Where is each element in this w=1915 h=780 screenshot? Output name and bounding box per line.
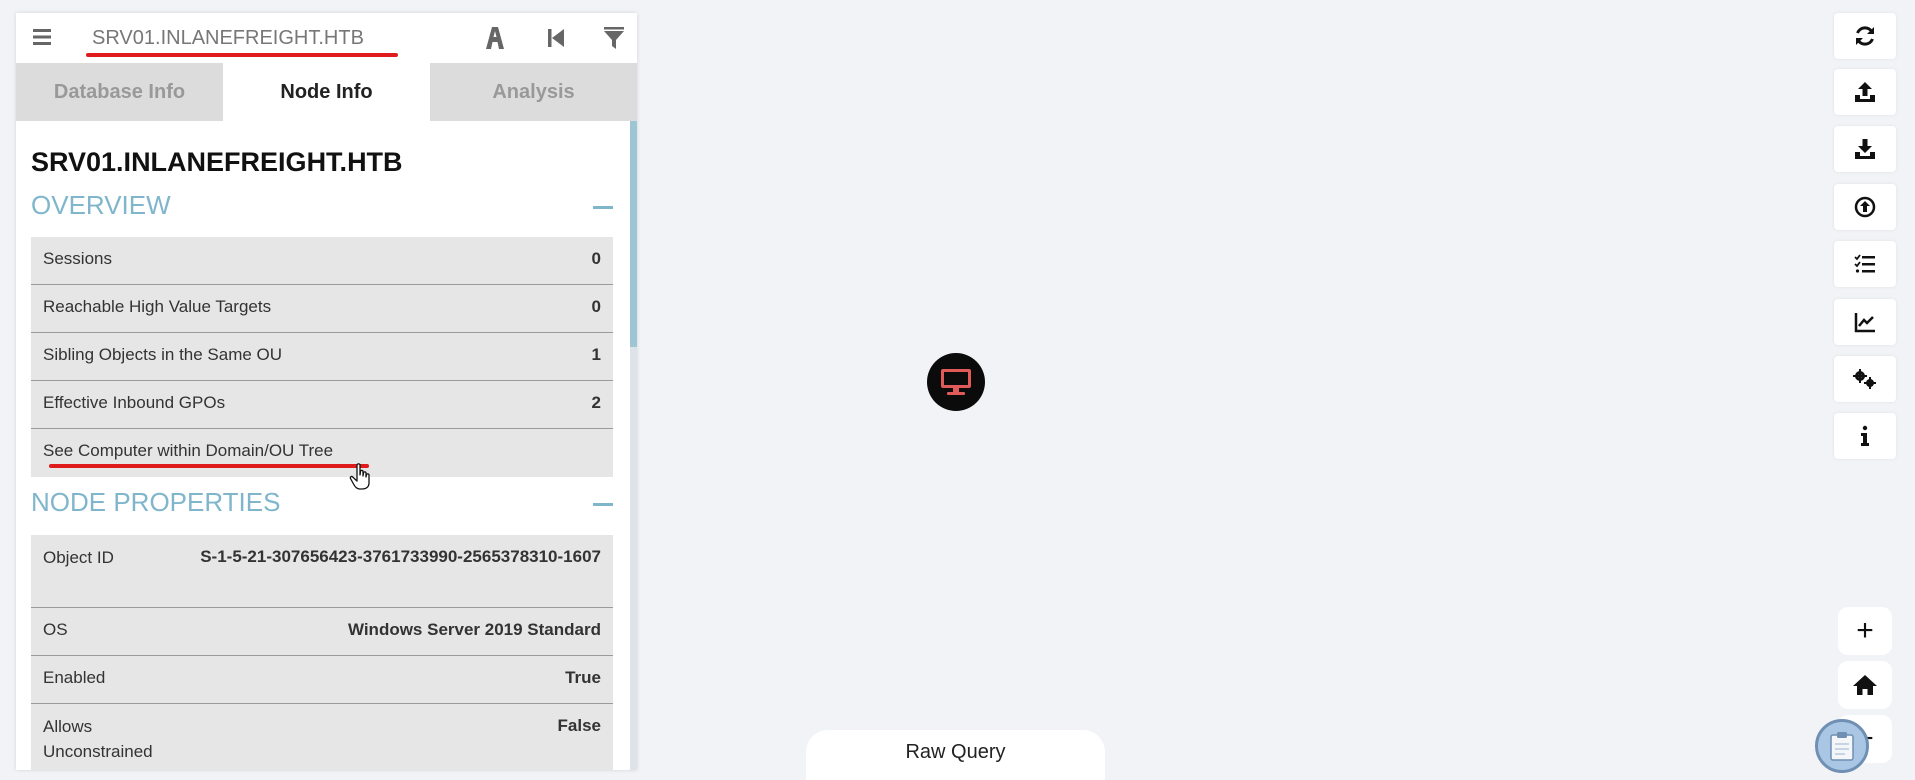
overview-row-sibling-objects[interactable]: Sibling Objects in the Same OU 1: [31, 333, 613, 381]
scrollbar[interactable]: [630, 121, 637, 770]
hamburger-menu-icon[interactable]: [32, 26, 54, 48]
search-highlight-underline: [86, 53, 398, 57]
row-value: False: [557, 716, 601, 735]
clipboard-icon: [1830, 732, 1854, 761]
filter-icon[interactable]: [600, 24, 628, 52]
node-info-content: SRV01.INLANEFREIGHT.HTB OVERVIEW Session…: [16, 121, 637, 770]
info-button[interactable]: [1834, 413, 1896, 459]
import-icon: [1854, 196, 1876, 218]
row-value: S-1-5-21-307656423-3761733990-2565378310…: [200, 547, 601, 566]
pathfinding-icon[interactable]: [481, 24, 509, 52]
row-label: Sibling Objects in the Same OU: [43, 345, 283, 364]
overview-section-header[interactable]: OVERVIEW: [31, 190, 613, 224]
link-highlight-underline: [49, 464, 369, 468]
home-button[interactable]: [1838, 661, 1892, 709]
row-value: Windows Server 2019 Standard: [347, 620, 601, 639]
tab-database-info[interactable]: Database Info: [16, 63, 223, 121]
property-row-enabled[interactable]: Enabled True: [31, 656, 613, 704]
collapse-icon[interactable]: [593, 206, 613, 209]
row-label: Object ID: [43, 548, 114, 567]
row-label: Sessions: [43, 249, 112, 268]
tab-analysis[interactable]: Analysis: [430, 63, 637, 121]
info-icon: [1861, 425, 1869, 446]
overview-heading: OVERVIEW: [31, 190, 171, 220]
scrollbar-thumb[interactable]: [630, 121, 637, 347]
domain-ou-tree-link[interactable]: See Computer within Domain/OU Tree: [31, 429, 613, 477]
property-row-unconstrained[interactable]: Allows Unconstrained False: [31, 704, 613, 770]
row-label: Effective Inbound GPOs: [43, 393, 226, 412]
chart-icon: [1854, 313, 1875, 333]
queries-icon: [1854, 254, 1875, 273]
overview-row-sessions[interactable]: Sessions 0: [31, 237, 613, 285]
raw-query-bar[interactable]: Raw Query: [806, 730, 1105, 780]
row-value: 2: [591, 393, 601, 412]
row-label: OS: [43, 620, 68, 639]
upload-icon: [1855, 82, 1875, 102]
chart-button[interactable]: [1834, 299, 1896, 345]
refresh-button[interactable]: [1834, 13, 1896, 59]
node-properties-section-header[interactable]: NODE PROPERTIES: [31, 487, 613, 521]
row-value: 0: [591, 297, 601, 316]
settings-button[interactable]: [1834, 356, 1896, 402]
row-value: True: [565, 668, 601, 687]
queries-button[interactable]: [1834, 241, 1896, 287]
row-value: 1: [591, 345, 601, 364]
row-value: 0: [591, 249, 601, 268]
node-info-panel: Database Info Node Info Analysis SRV01.I…: [16, 13, 637, 770]
row-label[interactable]: See Computer within Domain/OU Tree: [43, 441, 333, 461]
upload-button[interactable]: [1834, 69, 1896, 115]
zoom-in-button[interactable]: +: [1838, 607, 1892, 655]
search-bar: [16, 13, 637, 63]
collapse-icon[interactable]: [593, 503, 613, 506]
node-properties-heading: NODE PROPERTIES: [31, 487, 281, 517]
download-button[interactable]: [1834, 126, 1896, 172]
download-icon: [1855, 139, 1875, 159]
search-input[interactable]: [88, 23, 402, 53]
node-title: SRV01.INLANEFREIGHT.HTB: [31, 147, 403, 177]
computer-icon: [941, 369, 971, 395]
overview-row-reachable-hvt[interactable]: Reachable High Value Targets 0: [31, 285, 613, 333]
row-label: Reachable High Value Targets: [43, 297, 272, 316]
panel-tabs: Database Info Node Info Analysis: [16, 63, 637, 121]
refresh-icon: [1856, 26, 1874, 46]
property-row-os[interactable]: OS Windows Server 2019 Standard: [31, 608, 613, 656]
plus-icon: +: [1856, 614, 1874, 647]
property-row-object-id[interactable]: Object ID S-1-5-21-307656423-3761733990-…: [31, 535, 613, 608]
clipboard-button[interactable]: [1815, 719, 1869, 773]
row-label: Enabled: [43, 668, 106, 687]
import-button[interactable]: [1834, 184, 1896, 230]
row-label: Allows Unconstrained: [43, 717, 153, 761]
raw-query-label: Raw Query: [905, 741, 1006, 763]
settings-icon: [1853, 369, 1876, 389]
tab-node-info[interactable]: Node Info: [223, 63, 430, 121]
back-icon[interactable]: [542, 24, 570, 52]
computer-node[interactable]: [927, 353, 985, 411]
overview-row-inbound-gpos[interactable]: Effective Inbound GPOs 2: [31, 381, 613, 429]
home-icon: [1853, 675, 1877, 695]
